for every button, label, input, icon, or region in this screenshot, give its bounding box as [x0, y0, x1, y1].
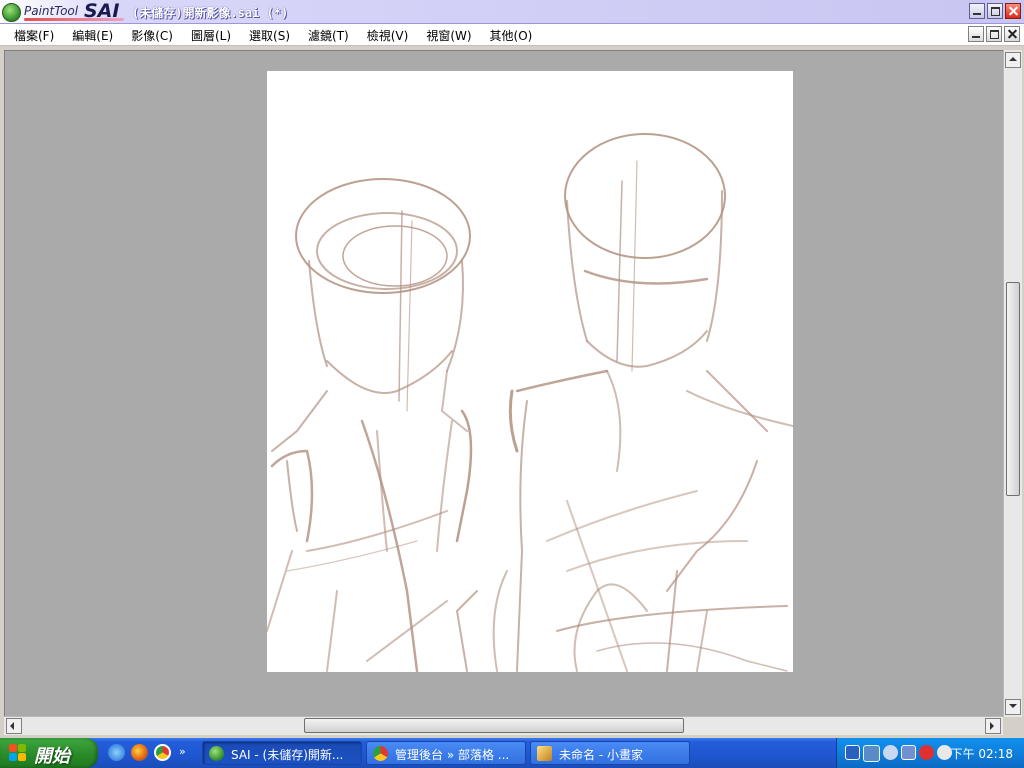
main-menu: 檔案(F) 編輯(E) 影像(C) 圖層(L) 選取(S) 濾鏡(T) 檢視(V… — [6, 24, 542, 45]
menu-window[interactable]: 視窗(W) — [418, 24, 481, 45]
vertical-scrollbar[interactable] — [1003, 50, 1022, 717]
taskbar-clock: 下午 02:18 — [950, 747, 1013, 761]
sketch-drawing — [267, 133, 793, 672]
window-controls — [969, 3, 1021, 19]
menu-edit[interactable]: 編輯(E) — [64, 24, 123, 45]
maximize-button[interactable] — [987, 3, 1003, 19]
document-window-controls — [968, 26, 1020, 42]
menu-canvas[interactable]: 影像(C) — [123, 24, 183, 45]
doc-close-button[interactable] — [1004, 26, 1020, 42]
chrome-icon — [373, 746, 388, 761]
doc-minimize-button[interactable] — [968, 26, 984, 42]
taskbar: 開始 » SAI - (未儲存)開新... 管理後台 » 部落格 ... 未命名… — [0, 738, 1024, 768]
drawing-canvas[interactable] — [267, 71, 793, 672]
minimize-button[interactable] — [969, 3, 985, 19]
horizontal-scrollbar[interactable] — [4, 716, 1003, 735]
scroll-left-button[interactable] — [6, 718, 22, 734]
menu-selection[interactable]: 選取(S) — [241, 24, 300, 45]
vertical-scroll-thumb[interactable] — [1006, 282, 1020, 496]
tray-bluetooth-icon[interactable] — [845, 745, 860, 760]
close-button[interactable] — [1005, 3, 1021, 19]
system-tray: 下午 02:18 — [836, 738, 1024, 768]
menu-bar: 檔案(F) 編輯(E) 影像(C) 圖層(L) 選取(S) 濾鏡(T) 檢視(V… — [0, 24, 1024, 46]
title-bar: PaintTool SAI (未儲存)開新影像.sai (*) — [0, 0, 1024, 24]
tray-network-icon[interactable] — [863, 745, 880, 762]
scroll-right-button[interactable] — [985, 718, 1001, 734]
task-paint[interactable]: 未命名 - 小畫家 — [530, 741, 690, 765]
menu-layer[interactable]: 圖層(L) — [183, 24, 241, 45]
scroll-up-button[interactable] — [1005, 52, 1021, 68]
tray-display-icon[interactable] — [901, 745, 916, 760]
task-sai[interactable]: SAI - (未儲存)開新... — [202, 741, 362, 765]
logo-swoosh — [24, 18, 124, 21]
horizontal-scroll-thumb[interactable] — [304, 718, 684, 733]
task-label: 管理後台 » 部落格 ... — [395, 748, 510, 762]
task-chrome-blog[interactable]: 管理後台 » 部落格 ... — [366, 741, 526, 765]
app-logo: PaintTool SAI — [2, 0, 128, 22]
task-label: SAI - (未儲存)開新... — [231, 748, 344, 762]
window-title: (未儲存)開新影像.sai (*) — [132, 6, 289, 20]
chrome-icon[interactable] — [154, 744, 171, 761]
tray-icons — [845, 745, 952, 762]
menu-filter[interactable]: 濾鏡(T) — [300, 24, 359, 45]
start-button[interactable]: 開始 — [0, 738, 98, 768]
tray-volume-icon[interactable] — [883, 745, 898, 760]
canvas-workspace[interactable] — [4, 50, 1004, 717]
task-buttons: SAI - (未儲存)開新... 管理後台 » 部落格 ... 未命名 - 小畫… — [202, 741, 690, 765]
scroll-down-button[interactable] — [1005, 699, 1021, 715]
sai-app-icon — [209, 746, 224, 761]
firefox-icon[interactable] — [131, 744, 148, 761]
sai-leaf-icon — [2, 3, 21, 22]
windows-flag-icon — [9, 744, 27, 762]
ie-icon[interactable] — [108, 744, 125, 761]
doc-restore-button[interactable] — [986, 26, 1002, 42]
logo-painttool-text: PaintTool — [24, 4, 79, 18]
quick-launch: » — [108, 744, 186, 761]
menu-view[interactable]: 檢視(V) — [359, 24, 419, 45]
quick-launch-overflow[interactable]: » — [179, 744, 186, 761]
paint-app-icon — [537, 746, 552, 761]
menu-others[interactable]: 其他(O) — [482, 24, 543, 45]
task-label: 未命名 - 小畫家 — [559, 748, 643, 762]
menu-file[interactable]: 檔案(F) — [6, 24, 64, 45]
tray-antivirus-icon[interactable] — [919, 745, 934, 760]
start-label: 開始 — [34, 746, 70, 767]
